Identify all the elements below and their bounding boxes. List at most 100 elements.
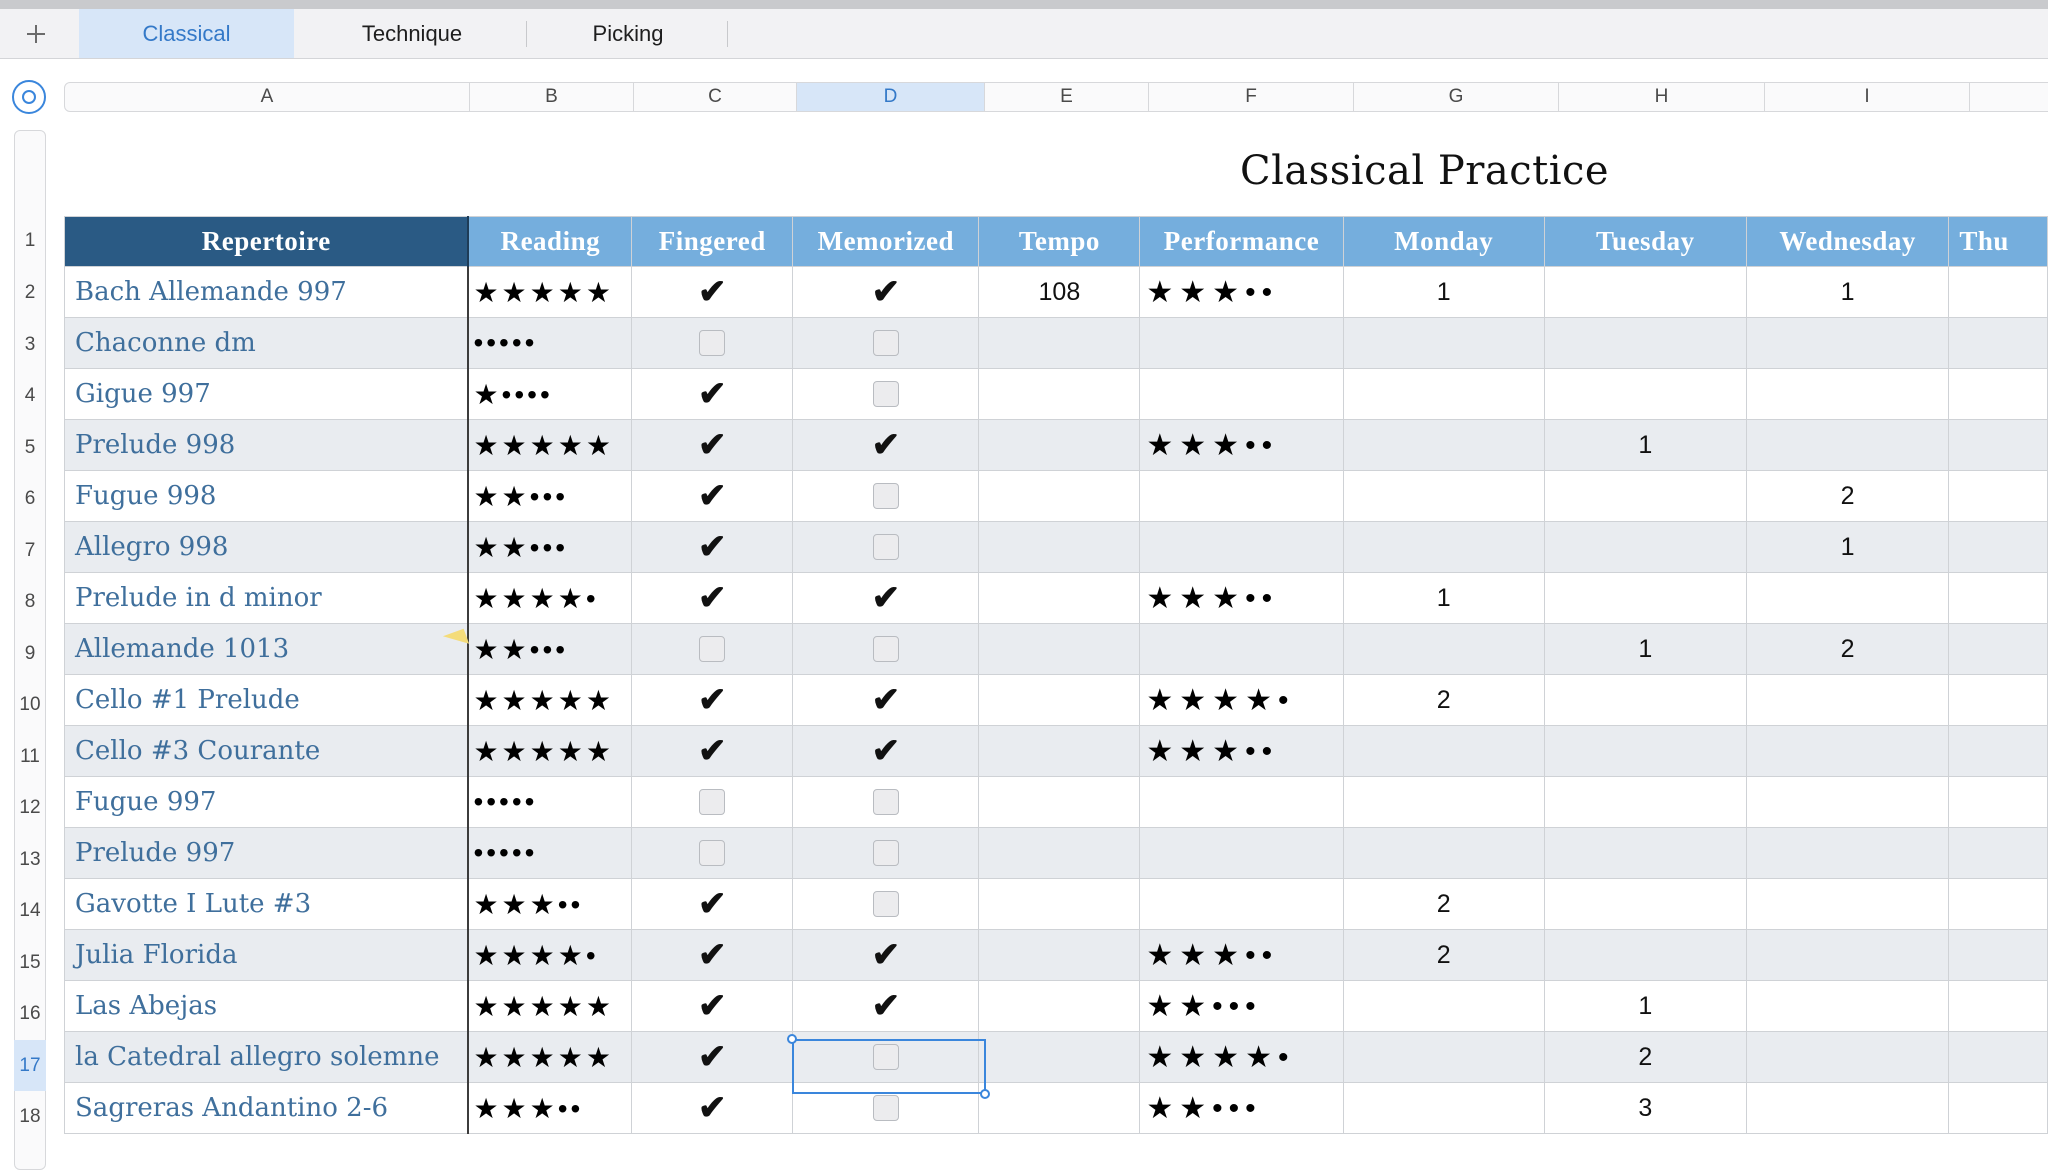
performance-rating-cell[interactable]: ★★•••	[1139, 980, 1344, 1032]
monday-cell[interactable]	[1342, 368, 1545, 420]
tempo-cell[interactable]	[978, 1031, 1141, 1083]
tempo-cell[interactable]	[978, 980, 1141, 1032]
checkmark-icon[interactable]: ✔	[872, 938, 901, 972]
thursday-cell[interactable]	[1948, 317, 2048, 369]
thursday-cell[interactable]	[1948, 878, 2048, 930]
performance-rating-cell[interactable]	[1139, 878, 1344, 930]
checkmark-icon[interactable]: ✔	[698, 734, 727, 768]
fingered-cell[interactable]: ✔	[631, 674, 794, 726]
repertoire-cell[interactable]: Gigue 997	[64, 368, 470, 420]
performance-rating-cell[interactable]	[1139, 368, 1344, 420]
fingered-cell[interactable]: ✔	[631, 1082, 794, 1134]
row-header-4[interactable]: 4	[14, 370, 46, 421]
tempo-cell[interactable]	[978, 929, 1141, 981]
tempo-cell[interactable]	[978, 368, 1141, 420]
row-header-9[interactable]: 9	[14, 628, 46, 679]
monday-cell[interactable]	[1342, 980, 1545, 1032]
header-monday[interactable]: Monday	[1342, 216, 1545, 267]
column-header-d[interactable]: D	[797, 83, 985, 111]
header-reading[interactable]: Reading	[467, 216, 633, 267]
memorized-cell[interactable]	[792, 317, 980, 369]
wednesday-cell[interactable]	[1745, 1031, 1950, 1083]
checkbox-empty-icon[interactable]	[699, 789, 726, 815]
checkbox-empty-icon[interactable]	[872, 789, 899, 815]
thursday-cell[interactable]	[1948, 419, 2048, 471]
reading-rating-cell[interactable]: ★★★★•	[467, 929, 633, 981]
monday-cell[interactable]	[1342, 1031, 1545, 1083]
checkbox-empty-icon[interactable]	[699, 330, 726, 356]
memorized-cell[interactable]: ✔	[792, 725, 980, 777]
monday-cell[interactable]: 1	[1342, 572, 1545, 624]
fingered-cell[interactable]: ✔	[631, 929, 794, 981]
performance-rating-cell[interactable]	[1139, 827, 1344, 879]
reading-rating-cell[interactable]: ★★★★★	[467, 674, 633, 726]
monday-cell[interactable]	[1342, 1082, 1545, 1134]
thursday-cell[interactable]	[1948, 827, 2048, 879]
tempo-cell[interactable]	[978, 674, 1141, 726]
checkmark-icon[interactable]: ✔	[872, 275, 901, 309]
reading-rating-cell[interactable]: •••••	[467, 776, 633, 828]
memorized-cell[interactable]	[792, 470, 980, 522]
repertoire-cell[interactable]: la Catedral allegro solemne	[64, 1031, 470, 1083]
performance-rating-cell[interactable]	[1139, 521, 1344, 573]
header-performance[interactable]: Performance	[1139, 216, 1344, 267]
reading-rating-cell[interactable]: ★★★★•	[467, 572, 633, 624]
reading-rating-cell[interactable]: •••••	[467, 317, 633, 369]
repertoire-cell[interactable]: Sagreras Andantino 2-6	[64, 1082, 470, 1134]
fingered-cell[interactable]	[631, 317, 794, 369]
wednesday-cell[interactable]	[1745, 317, 1950, 369]
thursday-cell[interactable]	[1948, 725, 2048, 777]
tempo-cell[interactable]	[978, 878, 1141, 930]
tuesday-cell[interactable]	[1543, 929, 1747, 981]
selection-handle-bottom-right[interactable]	[980, 1089, 990, 1099]
memorized-cell[interactable]	[792, 878, 980, 930]
tuesday-cell[interactable]	[1543, 521, 1747, 573]
fingered-cell[interactable]: ✔	[631, 470, 794, 522]
repertoire-cell[interactable]: Chaconne dm	[64, 317, 470, 369]
repertoire-cell[interactable]: Las Abejas	[64, 980, 470, 1032]
tuesday-cell[interactable]	[1543, 674, 1747, 726]
tempo-cell[interactable]	[978, 317, 1141, 369]
reading-rating-cell[interactable]: ★★•••	[467, 470, 633, 522]
header-tempo[interactable]: Tempo	[978, 216, 1141, 267]
tempo-cell[interactable]	[978, 776, 1141, 828]
checkmark-icon[interactable]: ✔	[698, 377, 727, 411]
row-header-2[interactable]: 2	[14, 267, 46, 318]
checkbox-empty-icon[interactable]	[872, 1095, 899, 1121]
checkmark-icon[interactable]: ✔	[698, 887, 727, 921]
fingered-cell[interactable]	[631, 827, 794, 879]
row-header-10[interactable]: 10	[14, 679, 46, 730]
performance-rating-cell[interactable]: ★★•••	[1139, 1082, 1344, 1134]
monday-cell[interactable]	[1342, 521, 1545, 573]
wednesday-cell[interactable]	[1745, 878, 1950, 930]
tuesday-cell[interactable]: 2	[1543, 1031, 1747, 1083]
wednesday-cell[interactable]	[1745, 419, 1950, 471]
monday-cell[interactable]	[1342, 470, 1545, 522]
performance-rating-cell[interactable]	[1139, 623, 1344, 675]
header-tuesday[interactable]: Tuesday	[1543, 216, 1747, 267]
memorized-cell[interactable]	[792, 368, 980, 420]
checkbox-empty-icon[interactable]	[699, 636, 726, 662]
tempo-cell[interactable]	[978, 470, 1141, 522]
memorized-cell[interactable]: ✔	[792, 674, 980, 726]
add-sheet-button[interactable]	[14, 19, 58, 49]
column-header-b[interactable]: B	[470, 83, 634, 111]
checkbox-empty-icon[interactable]	[699, 840, 726, 866]
monday-cell[interactable]	[1342, 317, 1545, 369]
repertoire-cell[interactable]: Prelude 997	[64, 827, 470, 879]
tempo-cell[interactable]	[978, 419, 1141, 471]
tuesday-cell[interactable]: 1	[1543, 623, 1747, 675]
wednesday-cell[interactable]	[1745, 572, 1950, 624]
row-header-18[interactable]: 18	[14, 1091, 46, 1142]
fingered-cell[interactable]: ✔	[631, 725, 794, 777]
tuesday-cell[interactable]	[1543, 572, 1747, 624]
column-header-a[interactable]: A	[65, 83, 470, 111]
checkmark-icon[interactable]: ✔	[698, 581, 727, 615]
reading-rating-cell[interactable]: ★★★••	[467, 1082, 633, 1134]
fingered-cell[interactable]	[631, 776, 794, 828]
repertoire-cell[interactable]: Fugue 998	[64, 470, 470, 522]
fingered-cell[interactable]: ✔	[631, 878, 794, 930]
monday-cell[interactable]: 2	[1342, 878, 1545, 930]
row-header-5[interactable]: 5	[14, 422, 46, 473]
fingered-cell[interactable]: ✔	[631, 368, 794, 420]
